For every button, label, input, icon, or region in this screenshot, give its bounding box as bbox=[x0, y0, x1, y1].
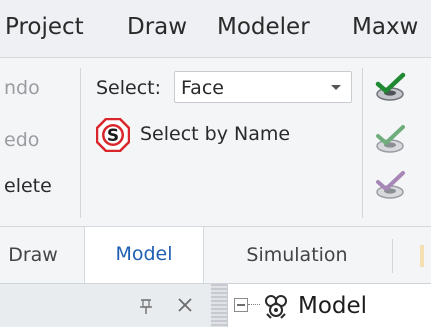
tree-connector bbox=[248, 304, 260, 307]
select-by-name-icon: S bbox=[96, 118, 130, 152]
green-check-plane-icon[interactable] bbox=[373, 72, 407, 102]
select-by-name-label: Select by Name bbox=[140, 123, 291, 145]
select-by-name-icon-letter: S bbox=[107, 126, 119, 146]
tab-model[interactable]: Model bbox=[84, 227, 204, 283]
select-label: Select: bbox=[96, 77, 162, 99]
model-tree-panel: Model bbox=[227, 284, 431, 327]
menu-modeler[interactable]: Modeler bbox=[217, 12, 310, 42]
redo-button[interactable]: edo bbox=[4, 128, 39, 152]
menubar: Project Draw Modeler Maxw bbox=[0, 0, 431, 58]
menu-project[interactable]: Project bbox=[5, 12, 84, 42]
pane-splitter[interactable] bbox=[211, 284, 227, 327]
select-mode-value: Face bbox=[181, 77, 224, 99]
ribbon-group-divider-2 bbox=[362, 68, 363, 218]
tab-draw[interactable]: Draw bbox=[0, 227, 82, 283]
ribbon-tabbar: Draw Model Simulation bbox=[0, 226, 431, 283]
model-icon bbox=[265, 295, 287, 319]
green-check-plane-faded-icon[interactable] bbox=[373, 124, 407, 154]
menu-maxwell[interactable]: Maxw bbox=[352, 12, 418, 42]
select-mode-dropdown[interactable]: Face bbox=[174, 71, 352, 103]
undo-button[interactable]: ndo bbox=[4, 76, 40, 100]
ribbon: ndo edo elete Select: Face S Select by N… bbox=[0, 58, 431, 226]
close-icon[interactable] bbox=[174, 294, 196, 316]
purple-check-plane-faded-icon[interactable] bbox=[373, 170, 407, 200]
ribbon-group-divider bbox=[80, 68, 81, 218]
chevron-down-icon bbox=[331, 85, 341, 90]
tab-divider bbox=[392, 239, 393, 273]
tab-simulation[interactable]: Simulation bbox=[212, 227, 382, 283]
collapse-icon[interactable] bbox=[234, 298, 248, 312]
menu-draw[interactable]: Draw bbox=[127, 12, 187, 42]
tab-partial-edge bbox=[420, 245, 424, 267]
tree-root-label[interactable]: Model bbox=[298, 291, 367, 321]
select-by-name-button[interactable]: S Select by Name bbox=[96, 116, 336, 152]
pin-icon[interactable] bbox=[138, 296, 154, 316]
bottom-pane-bar: Model bbox=[0, 283, 431, 327]
delete-button[interactable]: elete bbox=[4, 174, 52, 198]
